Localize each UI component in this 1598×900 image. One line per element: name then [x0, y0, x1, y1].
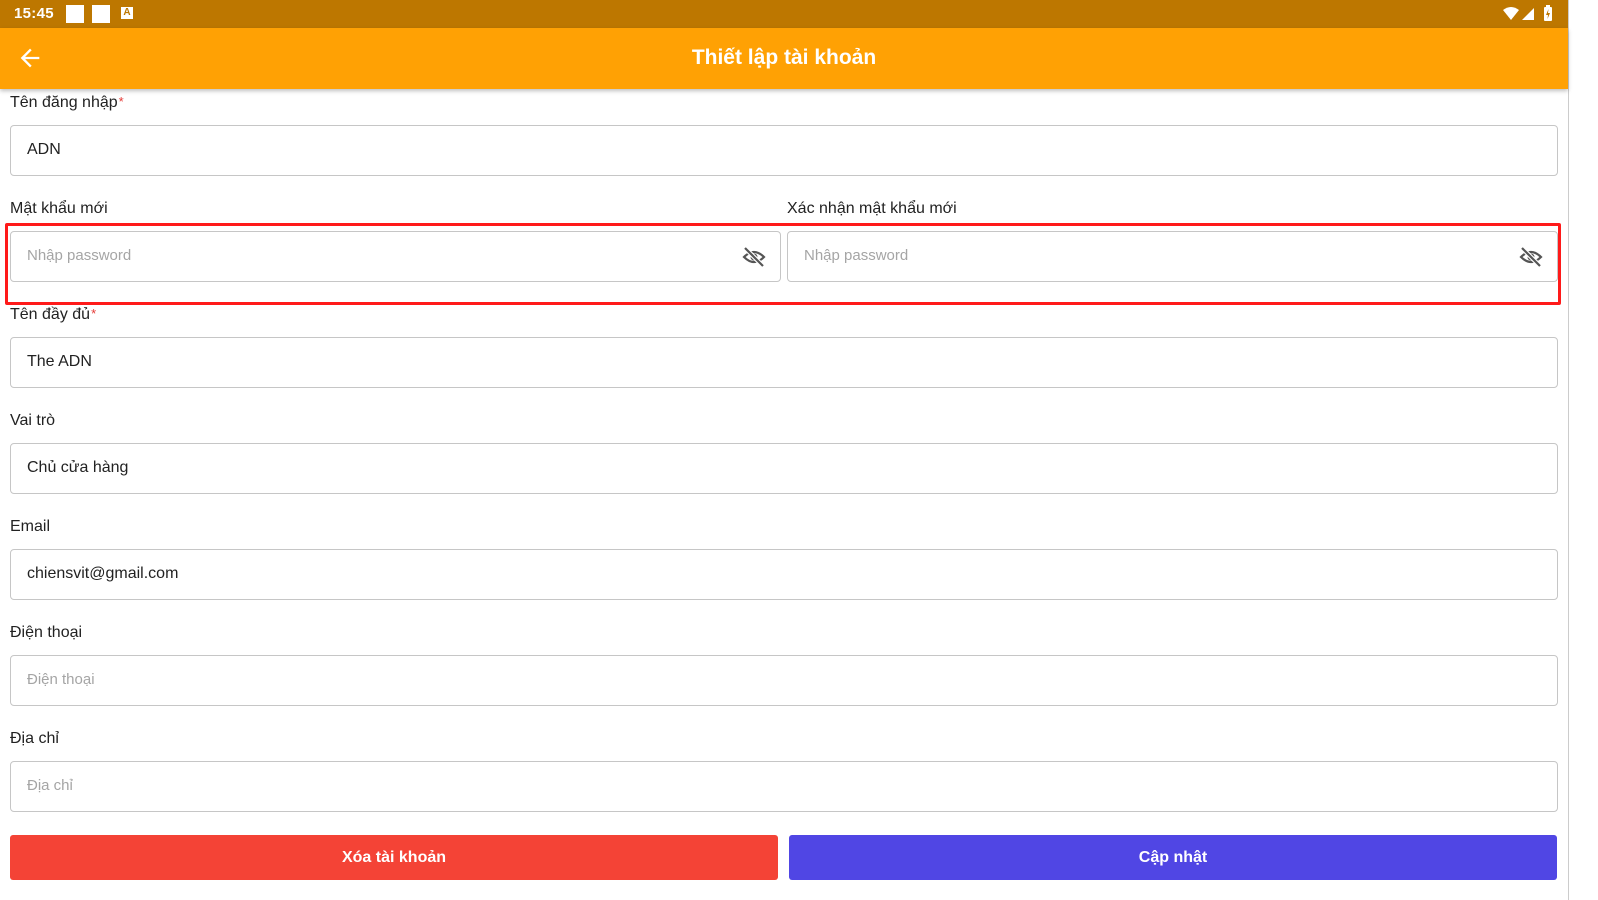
email-label: Email	[10, 518, 51, 535]
status-time: 15:45	[14, 5, 54, 22]
eye-off-icon-svg	[742, 246, 766, 268]
signal-icon	[1522, 8, 1534, 20]
delete-account-button[interactable]: Xóa tài khoản	[10, 835, 778, 880]
eye-off-icon[interactable]	[1519, 246, 1543, 268]
address-field[interactable]: Địa chỉ	[10, 761, 1558, 812]
notification-icon	[92, 5, 110, 23]
update-button[interactable]: Cập nhật	[789, 835, 1557, 880]
new-password-field[interactable]: Nhập password	[10, 231, 781, 282]
role-value: Chủ cửa hàng	[27, 459, 129, 476]
notification-a-icon: A	[121, 7, 133, 19]
username-label: Tên đăng nhập*	[10, 94, 124, 112]
full-name-label: Tên đầy đủ*	[10, 306, 96, 324]
window-edge	[1568, 0, 1598, 900]
status-icons	[1502, 5, 1556, 23]
eye-off-icon[interactable]	[742, 246, 766, 268]
phone-placeholder: Điện thoại	[27, 671, 95, 688]
eye-off-icon-svg	[1519, 246, 1543, 268]
wifi-icon	[1503, 7, 1519, 20]
phone-field[interactable]: Điện thoại	[10, 655, 1558, 706]
phone-label: Điện thoại	[10, 624, 83, 641]
confirm-password-field[interactable]: Nhập password	[787, 231, 1558, 282]
account-settings-screen: 15:45 A Thiết lập tài khoản Tên đăng nhậ…	[0, 0, 1598, 900]
status-icons-svg	[1503, 5, 1552, 21]
page-title: Thiết lập tài khoản	[691, 46, 877, 69]
username-field[interactable]: ADN	[10, 125, 1558, 176]
address-label: Địa chỉ	[10, 730, 59, 747]
notification-icon	[66, 5, 84, 23]
full-name-field[interactable]: The ADN	[10, 337, 1558, 388]
confirm-password-placeholder: Nhập password	[804, 247, 909, 264]
username-label-text: Tên đăng nhập	[10, 94, 118, 111]
username-value: ADN	[27, 141, 61, 158]
full-name-value: The ADN	[27, 353, 92, 370]
new-password-label: Mật khẩu mới	[10, 200, 108, 217]
address-placeholder: Địa chỉ	[27, 777, 73, 794]
role-label: Vai trò	[10, 412, 56, 429]
required-marker: *	[118, 94, 124, 109]
new-password-placeholder: Nhập password	[27, 247, 132, 264]
full-name-label-text: Tên đầy đủ	[10, 306, 91, 323]
app-bar: Thiết lập tài khoản	[0, 28, 1568, 89]
role-field[interactable]: Chủ cửa hàng	[10, 443, 1558, 494]
email-field[interactable]: chiensvit@gmail.com	[10, 549, 1558, 600]
email-value: chiensvit@gmail.com	[27, 565, 179, 582]
status-bar: 15:45 A	[0, 0, 1568, 28]
required-marker: *	[91, 306, 97, 321]
confirm-password-label: Xác nhận mật khẩu mới	[787, 200, 957, 217]
